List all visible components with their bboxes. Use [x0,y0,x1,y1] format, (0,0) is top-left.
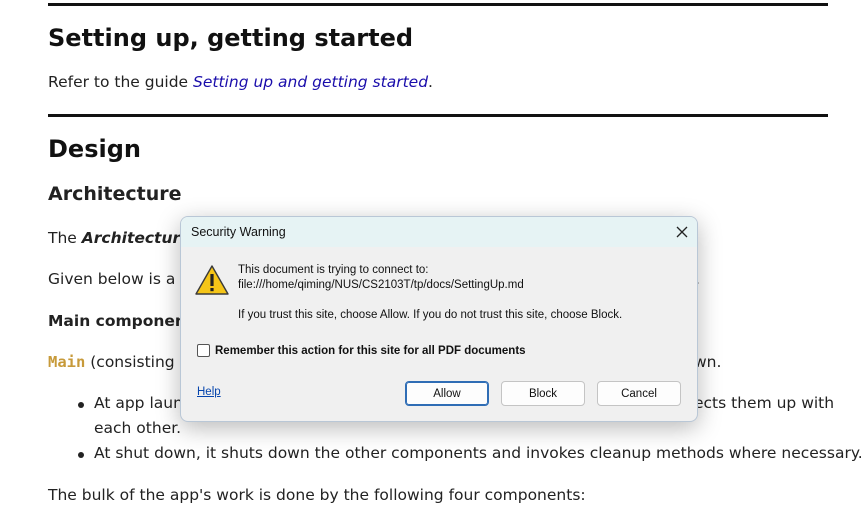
cancel-button[interactable]: Cancel [597,381,681,406]
main-paragraph: Main (consisting o [48,353,189,371]
section-divider-design [48,114,828,117]
given-below-text: Given below is a qu [48,270,200,288]
section-divider-top [48,3,828,6]
list-bullet [78,452,84,458]
architecture-heading: Architecture [48,183,182,205]
dialog-message: This document is trying to connect to: [238,264,429,276]
setup-text: Refer to the guide [48,73,194,91]
bulk-paragraph: The bulk of the app's work is done by th… [48,486,586,504]
remember-checkbox-row[interactable]: Remember this action for this site for a… [197,344,526,357]
setup-guide-link[interactable]: Setting up and getting started [193,73,428,91]
setup-suffix: . [428,73,433,91]
given-below-paragraph: Given below is a qu [48,270,200,288]
dialog-url: file:///home/qiming/NUS/CS2103T/tp/docs/… [238,279,524,291]
close-icon[interactable] [667,217,697,247]
setup-heading: Setting up, getting started [48,24,414,52]
list-item-launch-end: ects them up with [694,394,835,412]
help-link[interactable]: Help [197,386,221,398]
dialog-titlebar: Security Warning [181,217,697,247]
list-item-shutdown: At shut down, it shuts down the other co… [94,444,863,462]
design-heading: Design [48,135,141,163]
main-consisting-text: (consisting o [85,353,190,371]
list-bullet [78,402,84,408]
block-button[interactable]: Block [501,381,585,406]
dialog-title: Security Warning [191,225,286,239]
dialog-trust-message: If you trust this site, choose Allow. If… [238,309,623,321]
security-warning-dialog: Security Warning This document is trying… [180,216,698,422]
main-paragraph-end: wn. [694,353,722,371]
warning-icon [195,265,229,300]
remember-checkbox[interactable] [197,344,210,357]
main-code: Main [48,353,86,371]
arch-prefix: The [48,229,82,247]
allow-button[interactable]: Allow [405,381,489,406]
setup-paragraph: Refer to the guide Setting up and gettin… [48,73,433,91]
remember-label: Remember this action for this site for a… [215,344,526,357]
list-item-launch-line2: each other. [94,419,182,437]
list-item-launch-start: At app launc [94,394,192,412]
